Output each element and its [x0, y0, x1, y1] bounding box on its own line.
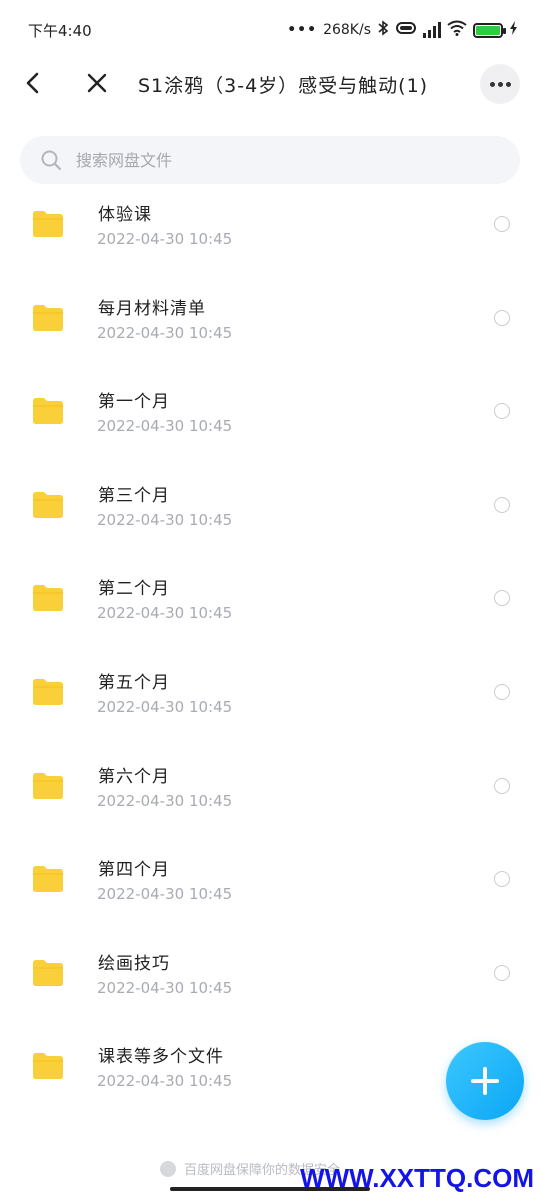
- folder-icon: [33, 491, 63, 518]
- charging-icon: [509, 21, 518, 39]
- file-name: 第二个月: [98, 579, 170, 600]
- select-radio[interactable]: [494, 871, 510, 888]
- file-name: 第五个月: [98, 672, 170, 693]
- chevron-left-icon: [26, 72, 39, 94]
- list-item[interactable]: 每月材料清单 2022-04-30 10:45: [0, 284, 540, 378]
- file-date: 2022-04-30 10:45: [97, 885, 233, 904]
- file-name: 每月材料清单: [98, 298, 206, 319]
- select-radio[interactable]: [494, 964, 510, 981]
- list-item[interactable]: 绘画技巧 2022-04-30 10:45: [0, 939, 540, 1033]
- plus-icon: [471, 1067, 499, 1095]
- status-icons: ••• 268K/s: [287, 20, 518, 40]
- more-dot: [505, 81, 511, 87]
- folder-icon: [33, 304, 63, 331]
- list-item[interactable]: 第六个月 2022-04-30 10:45: [0, 752, 540, 846]
- close-button[interactable]: [80, 66, 114, 100]
- file-list: 体验课 2022-04-30 10:45 每月材料清单 2022-04-30 1…: [0, 190, 540, 1126]
- dots-icon: •••: [287, 22, 318, 38]
- file-date: 2022-04-30 10:45: [97, 697, 233, 716]
- title-bar: S1涂鸦（3-4岁）感受与触动(1): [0, 60, 540, 110]
- status-time: 下午4:40: [28, 22, 92, 40]
- folder-icon: [33, 959, 63, 986]
- file-date: 2022-04-30 10:45: [97, 1072, 233, 1091]
- page-title: S1涂鸦（3-4岁）感受与触动(1): [138, 75, 429, 97]
- file-date: 2022-04-30 10:45: [97, 230, 233, 248]
- add-button[interactable]: [446, 1042, 524, 1120]
- more-button[interactable]: [480, 64, 520, 104]
- list-item[interactable]: 第一个月 2022-04-30 10:45: [0, 377, 540, 471]
- list-item[interactable]: 第三个月 2022-04-30 10:45: [0, 471, 540, 565]
- file-date: 2022-04-30 10:45: [97, 791, 233, 810]
- baidu-pan-logo-icon: [160, 1160, 176, 1177]
- search-box[interactable]: [20, 136, 520, 184]
- file-date: 2022-04-30 10:45: [97, 323, 233, 342]
- list-item[interactable]: 第五个月 2022-04-30 10:45: [0, 658, 540, 752]
- select-radio[interactable]: [494, 683, 510, 700]
- file-date: 2022-04-30 10:45: [97, 978, 233, 997]
- file-name: 体验课: [98, 205, 152, 225]
- list-item[interactable]: 第四个月 2022-04-30 10:45: [0, 845, 540, 939]
- watermark: WWW.XXTTQ.COM: [300, 1163, 534, 1193]
- select-radio[interactable]: [494, 216, 510, 232]
- select-radio[interactable]: [494, 309, 510, 326]
- folder-icon: [33, 866, 63, 893]
- vibrate-icon: [395, 21, 417, 39]
- list-item[interactable]: 第二个月 2022-04-30 10:45: [0, 564, 540, 658]
- file-date: 2022-04-30 10:45: [97, 604, 233, 623]
- file-name: 第一个月: [98, 392, 170, 413]
- search-icon: [41, 150, 62, 171]
- file-name: 第三个月: [98, 485, 170, 506]
- bluetooth-icon: [377, 20, 389, 40]
- hd-signal-icon: [423, 22, 441, 38]
- battery-icon: [473, 22, 506, 38]
- folder-icon: [33, 1053, 63, 1080]
- more-dot: [489, 81, 495, 87]
- folder-icon: [33, 211, 63, 237]
- wifi-icon: [447, 20, 467, 40]
- file-date: 2022-04-30 10:45: [97, 510, 233, 529]
- back-button[interactable]: [16, 66, 50, 100]
- select-radio[interactable]: [494, 496, 510, 513]
- folder-icon: [33, 398, 63, 425]
- file-date: 2022-04-30 10:45: [97, 417, 233, 436]
- select-radio[interactable]: [494, 777, 510, 794]
- file-name: 第四个月: [98, 860, 170, 881]
- select-radio[interactable]: [494, 403, 510, 420]
- folder-icon: [33, 678, 63, 705]
- more-dot: [497, 81, 503, 87]
- file-name: 课表等多个文件: [98, 1047, 224, 1068]
- list-item[interactable]: 体验课 2022-04-30 10:45: [0, 190, 540, 284]
- file-name: 第六个月: [98, 766, 170, 787]
- close-icon: [87, 73, 107, 93]
- folder-icon: [33, 772, 63, 799]
- select-radio[interactable]: [494, 590, 510, 607]
- net-speed: 268K/s: [323, 22, 371, 38]
- search-input[interactable]: [76, 150, 456, 170]
- folder-icon: [33, 585, 63, 612]
- status-bar: 下午4:40 ••• 268K/s: [0, 0, 540, 60]
- file-name: 绘画技巧: [98, 953, 170, 974]
